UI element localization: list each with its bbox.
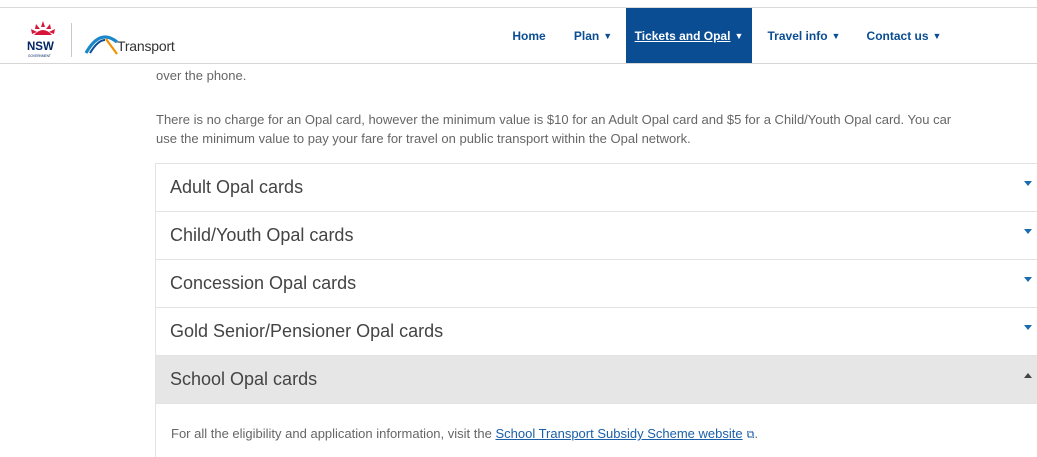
accordion-title: Child/Youth Opal cards — [170, 225, 354, 245]
accordion-adult-opal-cards[interactable]: Adult Opal cards — [156, 164, 1037, 212]
nav-tickets-and-opal[interactable]: Tickets and Opal ▼ — [626, 8, 752, 63]
caret-down-icon — [1024, 229, 1032, 234]
accordion-school-opal-cards[interactable]: School Opal cards — [156, 356, 1037, 404]
svg-text:NSW: NSW — [27, 41, 54, 53]
nsw-government-logo[interactable]: NSW GOVERNMENT — [26, 19, 60, 59]
nav-home-label: Home — [512, 28, 546, 43]
caret-down-icon: ▼ — [603, 30, 613, 41]
svg-text:GOVERNMENT: GOVERNMENT — [28, 54, 51, 58]
nav-contact-us[interactable]: Contact us ▼ — [856, 8, 952, 63]
accordion-title: Gold Senior/Pensioner Opal cards — [170, 321, 444, 341]
nav-tickets-label: Tickets and Opal — [634, 28, 731, 43]
opal-minimum-value-line1: There is no charge for an Opal card, how… — [156, 112, 952, 127]
opal-minimum-value-line2: use the minimum value to pay your fare f… — [156, 131, 691, 146]
school-opal-panel-text: For all the eligibility and application … — [171, 426, 758, 442]
nav-plan[interactable]: Plan ▼ — [565, 8, 621, 63]
caret-down-icon — [1024, 325, 1032, 330]
caret-up-icon — [1024, 373, 1032, 378]
accordion-concession-opal-cards[interactable]: Concession Opal cards — [156, 260, 1037, 308]
accordion-title: Adult Opal cards — [170, 177, 304, 197]
caret-down-icon: ▼ — [932, 30, 942, 41]
caret-down-icon: ▼ — [831, 30, 841, 41]
panel-text-after: . — [754, 426, 759, 441]
caret-down-icon — [1024, 277, 1032, 282]
nav-plan-label: Plan — [573, 28, 600, 43]
school-transport-subsidy-link[interactable]: School Transport Subsidy Scheme website — [495, 426, 742, 441]
intro-fragment: over the phone. — [156, 68, 247, 83]
caret-down-icon: ▼ — [734, 30, 744, 41]
nav-home[interactable]: Home — [500, 8, 558, 63]
nav-travel-info[interactable]: Travel info ▼ — [758, 8, 850, 63]
accordion-gold-senior-pensioner-opal-cards[interactable]: Gold Senior/Pensioner Opal cards — [156, 308, 1037, 356]
school-opal-panel: For all the eligibility and application … — [155, 404, 1037, 457]
accordion-title: Concession Opal cards — [170, 273, 357, 293]
nav-contact-us-label: Contact us — [866, 28, 929, 43]
accordion-title: School Opal cards — [170, 369, 318, 389]
logo-divider — [71, 23, 72, 57]
accordion-child-youth-opal-cards[interactable]: Child/Youth Opal cards — [156, 212, 1037, 260]
nav-travel-info-label: Travel info — [767, 28, 828, 43]
opal-cards-accordion: Adult Opal cards Child/Youth Opal cards … — [155, 163, 1037, 404]
caret-down-icon — [1024, 181, 1032, 186]
panel-text-before: For all the eligibility and application … — [171, 426, 496, 441]
site-header: NSW GOVERNMENT Transport Home Plan ▼ Tic… — [0, 8, 1037, 64]
transport-logo-text: Transport — [117, 38, 175, 54]
